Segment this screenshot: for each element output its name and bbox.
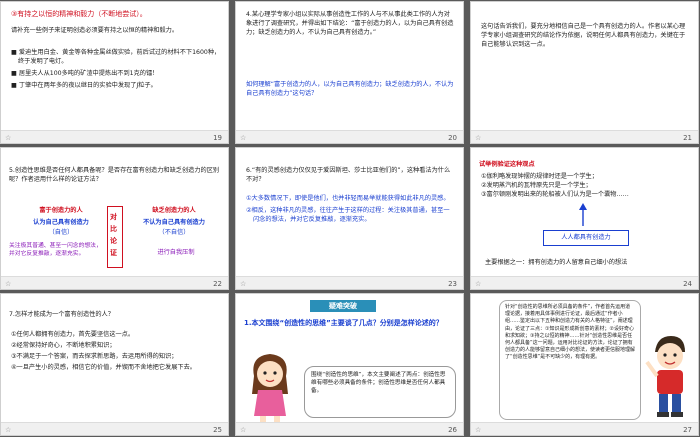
arrow-up-icon [579, 203, 587, 226]
slide-footer [236, 422, 463, 435]
slide-number: 21 [683, 134, 692, 142]
star-icon: ☆ [240, 280, 247, 288]
star-icon: ☆ [240, 134, 247, 142]
slide-footer [1, 130, 228, 143]
left-note: 关注极其普通、甚至一闪念的想法，并对它反复推敲，逐渐充实。 [9, 243, 102, 257]
star-icon: ☆ [5, 134, 12, 142]
right-note: 进行自我压制 [157, 249, 195, 256]
list-item: ④一旦产生小的灵感，相信它的价值，并锲而不舍地把它发展下去。 [11, 364, 196, 371]
slide-question: 1.本文围绕“创造性的思维”主要谈了几点？分别是怎样论述的？ [244, 319, 443, 327]
slide-20[interactable]: 4.某心理学专家小组以实际从事创造性工作的人与不从事此类工作的人为对象进行了调查… [235, 1, 464, 144]
slide-26[interactable]: 疑难突破 1.本文围绕“创造性的思维”主要谈了几点？分别是怎样论述的？ 围绕“创… [235, 293, 464, 436]
star-icon: ☆ [475, 426, 482, 434]
right-sub1: 不认为自己具有创造力 [143, 219, 205, 226]
star-icon: ☆ [475, 134, 482, 142]
girl-cartoon-icon [252, 354, 288, 422]
slide-number: 27 [683, 426, 692, 434]
slide-number: 25 [213, 426, 222, 434]
slide-19[interactable]: ③有持之以恒的精神和毅力（不断地尝试）。 请补充一些例子来证明创造必须要有持之以… [0, 1, 229, 144]
list-item: ■ 爱迪生用白金、黄金等各种金属丝做实验，前后试过的材料不下1600种，终于发明… [11, 49, 221, 65]
bullet-list: ■ 爱迪生用白金、黄金等各种金属丝做实验，前后试过的材料不下1600种，终于发明… [11, 48, 223, 90]
bubble-text: 围绕“创造性的思维”，本文主要阐述了两点：创造性思维有哪些必须具备的条件；创造性… [311, 372, 446, 394]
slide-question: 7.怎样才能成为一个富有创造性的人？ [9, 311, 114, 318]
slide-body: 这句话告诉我们，要充分地相信自己是一个具有创造力的人。作者以某心理学专家小组调查… [481, 23, 686, 48]
answer-list: ①任何人都拥有创造力，首先要坚信这一点。 ②经常保持好奇心，不断地积累知识； ③… [11, 330, 223, 372]
center-box: 对比论证 [107, 206, 123, 268]
slide-question: 5.创造性思维是否任何人都具备呢？是否存在富有创造力和缺乏创造力的区别呢？作者运… [9, 167, 220, 183]
slide-footer [1, 276, 228, 289]
answer-list: ①大多数情况下，即使是他们，也并非轻而易举就能获得如此非凡的灵感。 ②相反，这种… [246, 194, 454, 224]
slide-footer [471, 130, 698, 143]
conclusion-box-label: 人人都具有创造力 [561, 234, 611, 241]
slide-22[interactable]: 5.创造性思维是否任何人都具备呢？是否存在富有创造力和缺乏创造力的区别呢？作者运… [0, 147, 229, 290]
list-item: ①任何人都拥有创造力，首先要坚信这一点。 [11, 331, 135, 338]
right-title: 缺乏创造力的人 [152, 207, 196, 214]
slide-number: 22 [213, 280, 222, 288]
section-banner: 疑难突破 [310, 300, 376, 312]
list-item: ②经常保持好奇心，不断地积累知识； [11, 342, 116, 349]
conclusion-text: 主要根据之一：拥有创造力的人留意自己细小的想法 [485, 259, 628, 266]
slide-number: 23 [448, 280, 457, 288]
slide-23[interactable]: 6.“有的灵感创造力仅仅见于爱因斯坦、莎士比亚他们的”，这种看法为什么不对？ ①… [235, 147, 464, 290]
star-icon: ☆ [5, 426, 12, 434]
slide-number: 24 [683, 280, 692, 288]
list-item: ③不满足于一个答案，而去探求新思路，去运用所得的知识； [11, 353, 178, 360]
left-sub2: （自信） [48, 229, 74, 236]
conclusion-box: 人人都具有创造力 [543, 230, 629, 246]
list-item: ①伽利略发现钟摆的规律时还是一个学生； [481, 173, 598, 180]
slide-number: 19 [213, 134, 222, 142]
slide-number: 26 [448, 426, 457, 434]
list-item: ■ 居里夫人从100多吨的矿渣中提炼出不到1克的镭！ [11, 70, 159, 77]
list-item: ③富尔顿刚发明出来的轮船被人们认为是一个囊物…… [481, 191, 629, 198]
speech-bubble: 针对“创造性的思维所必须具备的条件”，作者首先运用道理论据，接着用具体事例进行论… [499, 300, 641, 420]
list-item: ①大多数情况下，即使是他们，也并非轻而易举就能获得如此非凡的灵感。 [246, 195, 450, 202]
slide-24[interactable]: 试举例验证这种观点 ①伽利略发现钟摆的规律时还是一个学生； ②发明蒸汽机的瓦特原… [470, 147, 699, 290]
slide-body: 4.某心理学专家小组以实际从事创造性工作的人与不从事此类工作的人为对象进行了调查… [246, 11, 454, 36]
slide-footer [236, 276, 463, 289]
list-item: ②相反，这种非凡的灵感，往往产生于这样的过程：关注极其普通，甚至一闪念的想法，并… [246, 207, 450, 223]
slide-number: 20 [448, 134, 457, 142]
star-icon: ☆ [240, 426, 247, 434]
slide-footer [471, 422, 698, 435]
slide-heading: ③有持之以恒的精神和毅力（不断地尝试）。 [11, 10, 147, 18]
slide-grid: ③有持之以恒的精神和毅力（不断地尝试）。 请补充一些例子来证明创造必须要有持之以… [0, 0, 700, 437]
slide-heading: 试举例验证这种观点 [479, 161, 535, 168]
list-item: ■ 丁肇中在两年多的夜以继日的实验中发现了J粒子。 [11, 82, 157, 89]
slide-21[interactable]: 这句话告诉我们，要充分地相信自己是一个具有创造力的人。作者以某心理学专家小组调查… [470, 1, 699, 144]
slide-27[interactable]: 针对“创造性的思维所必须具备的条件”，作者首先运用道理论据，接着用具体事例进行论… [470, 293, 699, 436]
star-icon: ☆ [5, 280, 12, 288]
slide-25[interactable]: 7.怎样才能成为一个富有创造性的人？ ①任何人都拥有创造力，首先要坚信这一点。 … [0, 293, 229, 436]
left-title: 富于创造力的人 [39, 207, 83, 214]
slide-footer [236, 130, 463, 143]
slide-intro: 请补充一些例子来证明创造必须要有持之以恒的精神和毅力。 [11, 27, 179, 34]
slide-question: 如何理解“富于创造力的人，以为自己具有创造力；缺乏创造力的人，不认为自己具有创造… [246, 81, 454, 97]
slide-footer [471, 276, 698, 289]
star-icon: ☆ [475, 280, 482, 288]
slide-question: 6.“有的灵感创造力仅仅见于爱因斯坦、莎士比亚他们的”，这种看法为什么不对？ [246, 167, 451, 183]
speech-bubble: 围绕“创造性的思维”，本文主要阐述了两点：创造性思维有哪些必须具备的条件；创造性… [304, 366, 456, 418]
example-list: ①伽利略发现钟摆的规律时还是一个学生； ②发明蒸汽机的瓦特原先只是一个学生； ③… [481, 172, 693, 199]
left-sub1: 认为自己具有创造力 [33, 219, 89, 226]
bubble-text: 针对“创造性的思维所必须具备的条件”，作者首先运用道理论据，接着用具体事例进行论… [505, 304, 636, 361]
slide-footer [1, 422, 228, 435]
right-sub2: （不自信） [158, 229, 190, 236]
boy-cartoon-icon [645, 336, 685, 417]
center-label: 对比论证 [110, 213, 117, 257]
list-item: ②发明蒸汽机的瓦特原先只是一个学生； [481, 182, 592, 189]
